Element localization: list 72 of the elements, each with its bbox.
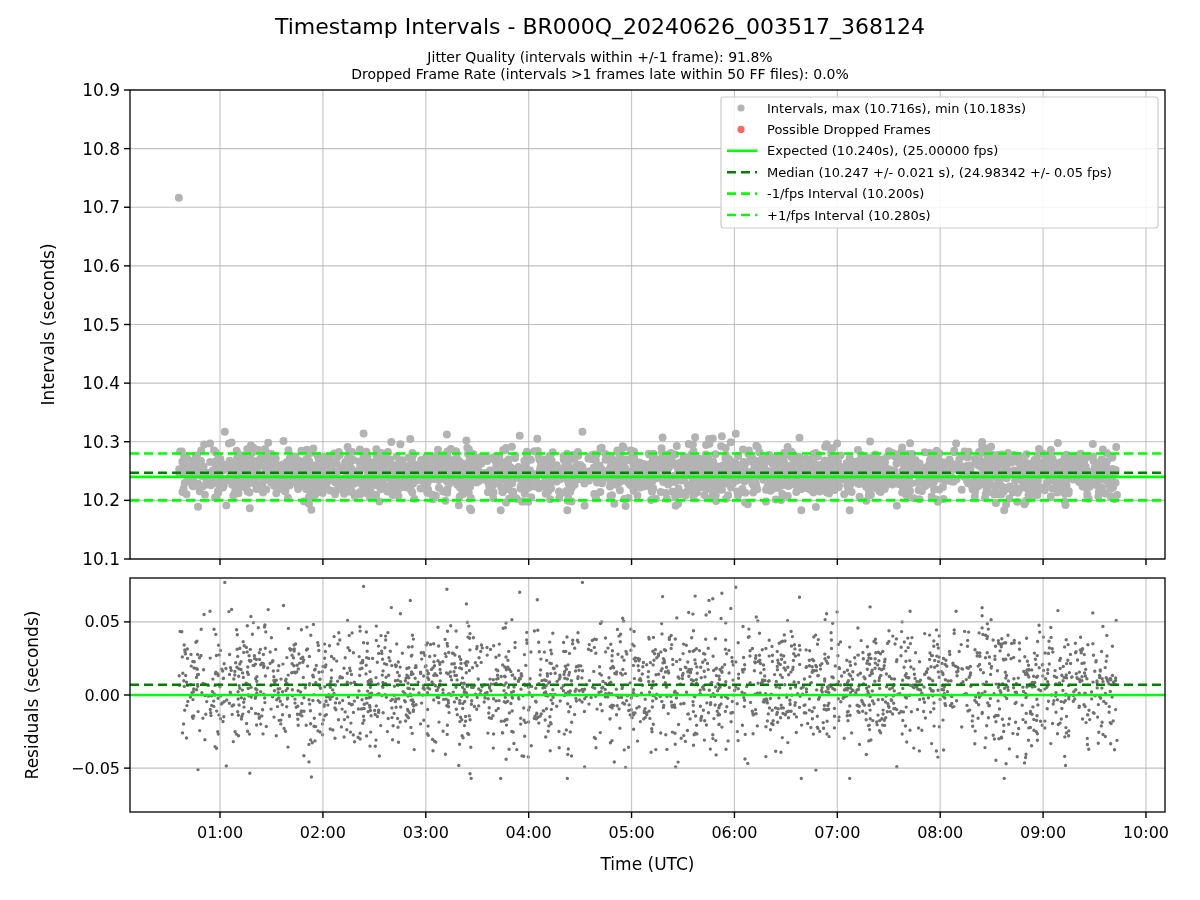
tick-mark: [836, 558, 839, 566]
tick-mark: [322, 558, 324, 566]
tick-mark: [733, 811, 736, 819]
tick-label: 10.6: [82, 255, 120, 276]
legend-marker-icon: [737, 125, 745, 133]
legend-line-icon: [727, 170, 757, 174]
tick-label: 10.4: [82, 373, 120, 394]
tick-mark: [527, 558, 530, 566]
tick-mark: [527, 811, 530, 819]
tick-label: 10:00: [1122, 823, 1169, 842]
tick-mark: [630, 811, 633, 819]
figure-subtitle: Jitter Quality (intervals within +/-1 frame): 91.8%: [427, 48, 773, 66]
tick-label: 10.7: [82, 197, 120, 218]
tick-mark: [939, 811, 941, 819]
tick-mark: [1145, 558, 1147, 566]
tick-label: 09:00: [1020, 823, 1067, 842]
tick-label: 05:00: [608, 823, 655, 842]
tick-mark: [733, 558, 736, 566]
axis-label: Intervals (seconds): [38, 243, 58, 406]
tick-mark: [123, 441, 131, 443]
tick-mark: [123, 499, 131, 502]
legend-label: Intervals, max (10.716s), min (10.183s): [767, 100, 1026, 116]
figure-title: Timestamp Intervals - BR000Q_20240626_003517_368124: [274, 14, 926, 40]
tick-label: 01:00: [196, 823, 244, 842]
tick-mark: [123, 767, 131, 769]
tick-mark: [123, 323, 131, 326]
tick-mark: [123, 382, 131, 384]
tick-mark: [1145, 811, 1147, 819]
tick-label: 10.8: [82, 138, 120, 159]
tick-label: 0.05: [84, 612, 120, 632]
tick-mark: [1042, 811, 1044, 819]
axis-label: Time (UTC): [600, 854, 695, 874]
tick-mark: [123, 621, 131, 623]
tick-label: 10.3: [82, 431, 120, 452]
tick-mark: [123, 694, 131, 696]
tick-label: 0.00: [84, 685, 120, 705]
tick-label: 06:00: [711, 823, 758, 842]
legend-label: Median (10.247 +/- 0.021 s), (24.98342 +/- 0.05 fps): [767, 164, 1112, 180]
legend-line-icon: [727, 192, 757, 195]
legend-marker-icon: [737, 104, 745, 112]
axis-label: Residuals (seconds): [22, 610, 42, 780]
tick-label: 10.9: [82, 82, 120, 100]
legend-label: -1/fps Interval (10.200s): [767, 186, 925, 202]
tick-label: 04:00: [505, 823, 552, 842]
tick-mark: [123, 558, 131, 560]
tick-mark: [123, 265, 131, 267]
tick-label: 08:00: [917, 823, 964, 842]
tick-mark: [939, 558, 941, 566]
tick-mark: [1042, 558, 1044, 566]
legend-line-icon: [727, 213, 757, 217]
tick-label: 10.5: [82, 314, 120, 335]
tick-mark: [630, 558, 633, 566]
tick-mark: [425, 558, 427, 566]
tick-label: −0.05: [70, 758, 120, 778]
tick-label: 07:00: [814, 823, 861, 842]
tick-mark: [123, 206, 131, 208]
tick-mark: [219, 558, 221, 566]
tick-label: 03:00: [402, 823, 449, 842]
tick-mark: [425, 811, 427, 819]
legend-line-icon: [727, 149, 757, 153]
figure-subtitle: Dropped Frame Rate (intervals >1 frames late within 50 FF files): 0.0%: [351, 66, 849, 82]
legend-label: Expected (10.240s), (25.00000 fps): [767, 143, 999, 159]
legend-label: +1/fps Interval (10.280s): [767, 207, 931, 223]
tick-label: 10.2: [82, 490, 120, 511]
tick-mark: [322, 811, 324, 819]
tick-label: 02:00: [299, 823, 346, 842]
tick-label: 10.1: [82, 549, 120, 568]
tick-mark: [836, 811, 839, 819]
tick-mark: [219, 811, 221, 819]
tick-mark: [123, 89, 131, 91]
tick-mark: [123, 147, 131, 150]
legend-label: Possible Dropped Frames: [767, 121, 931, 137]
